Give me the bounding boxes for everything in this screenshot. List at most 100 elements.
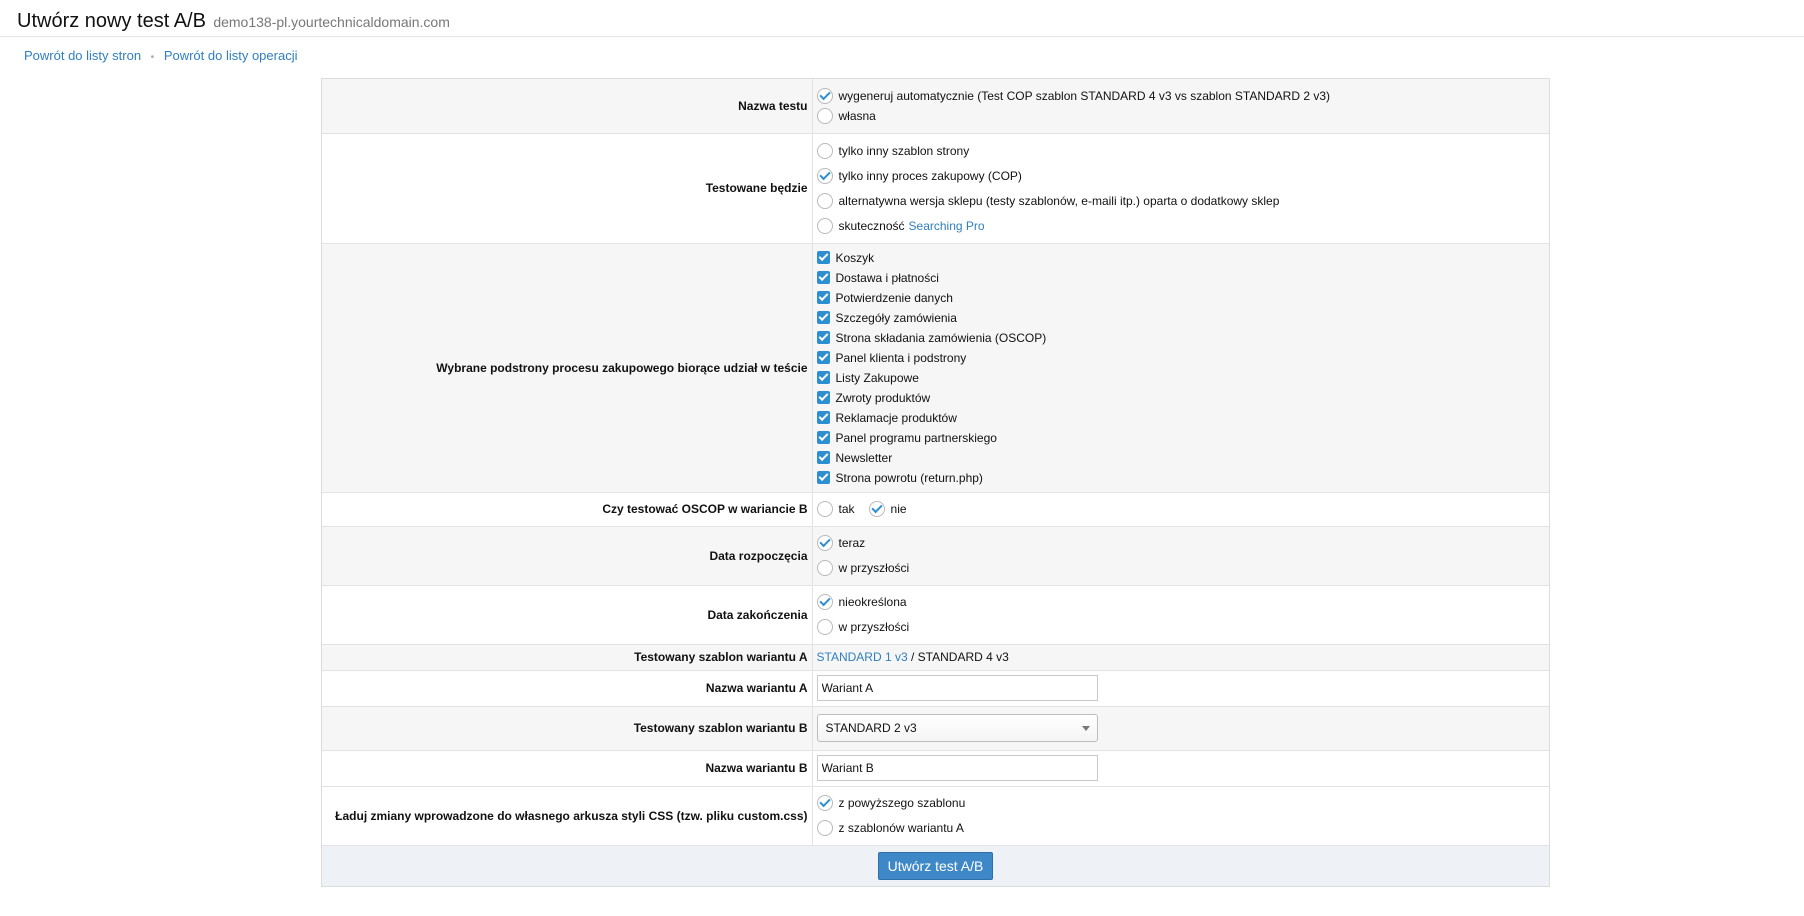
oscop-yes-radio[interactable] xyxy=(816,501,833,517)
subpage-checkbox[interactable] xyxy=(816,311,830,324)
subpages-label: Wybrane podstrony procesu zakupowego bio… xyxy=(322,242,813,492)
end-indefinite-option[interactable]: nieokreślona xyxy=(816,590,1550,615)
variant-a-name-input[interactable] xyxy=(816,675,1098,701)
oscop-no-option[interactable]: nie xyxy=(868,501,907,517)
row-name-b: Nazwa wariantu B xyxy=(322,749,1549,786)
subpage-checkbox[interactable] xyxy=(816,291,830,304)
test-name-label: Nazwa testu xyxy=(322,79,813,133)
css-from-variant-a-radio[interactable] xyxy=(816,820,833,836)
test-name-custom-radio[interactable] xyxy=(816,107,833,124)
page-domain: demo138-pl.yourtechnicaldomain.com xyxy=(213,14,450,30)
tested-searching-radio[interactable] xyxy=(816,217,833,234)
subpage-item[interactable]: Szczegóły zamówienia xyxy=(816,308,1550,328)
template-a-separator: / xyxy=(910,650,915,664)
subpage-item[interactable]: Reklamacje produktów xyxy=(816,408,1550,428)
template-a-label: Testowany szablon wariantu A xyxy=(322,643,813,670)
test-name-auto-option[interactable]: wygeneruj automatycznie (Test COP szablo… xyxy=(816,86,1550,106)
subpage-checkbox[interactable] xyxy=(816,451,830,464)
start-now-radio[interactable] xyxy=(816,535,833,551)
searching-pro-link[interactable]: Searching Pro xyxy=(909,219,985,233)
template-b-label: Testowany szablon wariantu B xyxy=(322,705,813,750)
name-a-label: Nazwa wariantu A xyxy=(322,669,813,706)
template-b-select[interactable]: STANDARD 2 v3 xyxy=(816,714,1098,742)
subpage-checkbox[interactable] xyxy=(816,431,830,444)
ab-test-form: Nazwa testu wygeneruj automatycznie (Tes… xyxy=(321,78,1550,887)
subpage-label: Listy Zakupowe xyxy=(835,370,919,385)
subpage-item[interactable]: Newsletter xyxy=(816,448,1550,468)
subpage-label: Koszyk xyxy=(835,250,875,265)
subpage-item[interactable]: Koszyk xyxy=(816,248,1550,268)
subpage-checkbox[interactable] xyxy=(816,391,830,404)
subpage-item[interactable]: Panel klienta i podstrony xyxy=(816,348,1550,368)
subpage-label: Zwroty produktów xyxy=(835,390,931,405)
tested-cop-option[interactable]: tylko inny proces zakupowy (COP) xyxy=(816,163,1550,188)
tested-alt-shop-option[interactable]: alternatywna wersja sklepu (testy szablo… xyxy=(816,188,1550,213)
subpage-checkbox[interactable] xyxy=(816,411,830,424)
row-template-b: Testowany szablon wariantu B STANDARD 2 … xyxy=(322,705,1549,750)
css-label: Ładuj zmiany wprowadzone do własnego ark… xyxy=(322,785,813,845)
subpage-item[interactable]: Listy Zakupowe xyxy=(816,368,1550,388)
breadcrumb: Powrót do listy stron • Powrót do listy … xyxy=(24,48,297,63)
subpage-checkbox[interactable] xyxy=(816,271,830,284)
subpage-item[interactable]: Panel programu partnerskiego xyxy=(816,428,1550,448)
end-future-option[interactable]: w przyszłości xyxy=(816,615,1550,640)
template-b-selected: STANDARD 2 v3 xyxy=(825,721,917,735)
row-subpages: Wybrane podstrony procesu zakupowego bio… xyxy=(322,242,1550,492)
test-name-custom-option[interactable]: własna xyxy=(816,106,1550,126)
tested-template-radio[interactable] xyxy=(816,142,833,159)
row-test-name: Nazwa testu wygeneruj automatycznie (Tes… xyxy=(322,79,1549,133)
subpage-item[interactable]: Strona składania zamówienia (OSCOP) xyxy=(816,328,1550,348)
subpage-label: Dostawa i płatności xyxy=(835,270,939,285)
create-ab-test-button[interactable]: Utwórz test A/B xyxy=(877,851,994,880)
test-name-auto-radio[interactable] xyxy=(816,87,833,104)
start-now-option[interactable]: teraz xyxy=(816,531,1550,556)
tested-label: Testowane będzie xyxy=(322,132,813,243)
css-from-template-radio[interactable] xyxy=(816,795,833,811)
subpage-checkbox[interactable] xyxy=(816,371,830,384)
subpage-item[interactable]: Dostawa i płatności xyxy=(816,268,1550,288)
subpage-label: Panel programu partnerskiego xyxy=(835,430,997,445)
end-date-label: Data zakończenia xyxy=(322,584,813,644)
tested-template-option[interactable]: tylko inny szablon strony xyxy=(816,138,1550,163)
start-future-option[interactable]: w przyszłości xyxy=(816,556,1550,581)
variant-b-name-input[interactable] xyxy=(816,755,1098,781)
back-to-operations-link[interactable]: Powrót do listy operacji xyxy=(164,48,298,63)
subpage-label: Newsletter xyxy=(835,450,893,465)
subpage-checkbox[interactable] xyxy=(816,471,830,484)
subpage-label: Potwierdzenie danych xyxy=(835,290,953,305)
start-date-label: Data rozpoczęcia xyxy=(322,525,813,585)
start-future-radio[interactable] xyxy=(816,560,833,576)
css-from-template-option[interactable]: z powyższego szablonu xyxy=(816,791,1550,816)
subpage-label: Strona składania zamówienia (OSCOP) xyxy=(835,330,1047,345)
row-oscop: Czy testować OSCOP w wariancie B tak nie xyxy=(322,491,1549,526)
subpage-label: Reklamacje produktów xyxy=(835,410,957,425)
subpage-checkbox[interactable] xyxy=(816,251,830,264)
tested-cop-radio[interactable] xyxy=(816,167,833,184)
subpage-item[interactable]: Potwierdzenie danych xyxy=(816,288,1550,308)
oscop-yes-option[interactable]: tak xyxy=(816,501,855,517)
oscop-no-radio[interactable] xyxy=(868,501,885,517)
tested-alt-shop-radio[interactable] xyxy=(816,192,833,209)
subpage-label: Strona powrotu (return.php) xyxy=(835,470,983,485)
subpage-item[interactable]: Zwroty produktów xyxy=(816,388,1550,408)
subpage-label: Panel klienta i podstrony xyxy=(835,350,967,365)
page-header: Utwórz nowy test A/B demo138-pl.yourtech… xyxy=(0,0,1804,37)
css-from-variant-a-option[interactable]: z szablonów wariantu A xyxy=(816,816,1550,841)
subpage-label: Szczegóły zamówienia xyxy=(835,310,957,325)
subpage-item[interactable]: Strona powrotu (return.php) xyxy=(816,468,1550,488)
breadcrumb-separator: • xyxy=(150,52,155,63)
end-indefinite-radio[interactable] xyxy=(816,594,833,610)
back-to-pages-link[interactable]: Powrót do listy stron xyxy=(24,48,141,63)
row-name-a: Nazwa wariantu A xyxy=(322,669,1549,706)
subpages-list: Koszyk Dostawa i płatności Potwierdzenie d… xyxy=(812,242,1550,492)
page-title: Utwórz nowy test A/B xyxy=(17,10,206,32)
oscop-label: Czy testować OSCOP w wariancie B xyxy=(322,491,813,526)
template-a-link[interactable]: STANDARD 1 v3 xyxy=(817,650,908,664)
form-footer: Utwórz test A/B xyxy=(322,844,1549,886)
subpage-checkbox[interactable] xyxy=(816,331,830,344)
tested-searching-option[interactable]: skuteczność Searching Pro xyxy=(816,213,1550,238)
subpage-checkbox[interactable] xyxy=(816,351,830,364)
end-future-radio[interactable] xyxy=(816,619,833,635)
row-css: Ładuj zmiany wprowadzone do własnego ark… xyxy=(322,785,1550,845)
row-start-date: Data rozpoczęcia teraz w przyszłości xyxy=(322,525,1550,585)
